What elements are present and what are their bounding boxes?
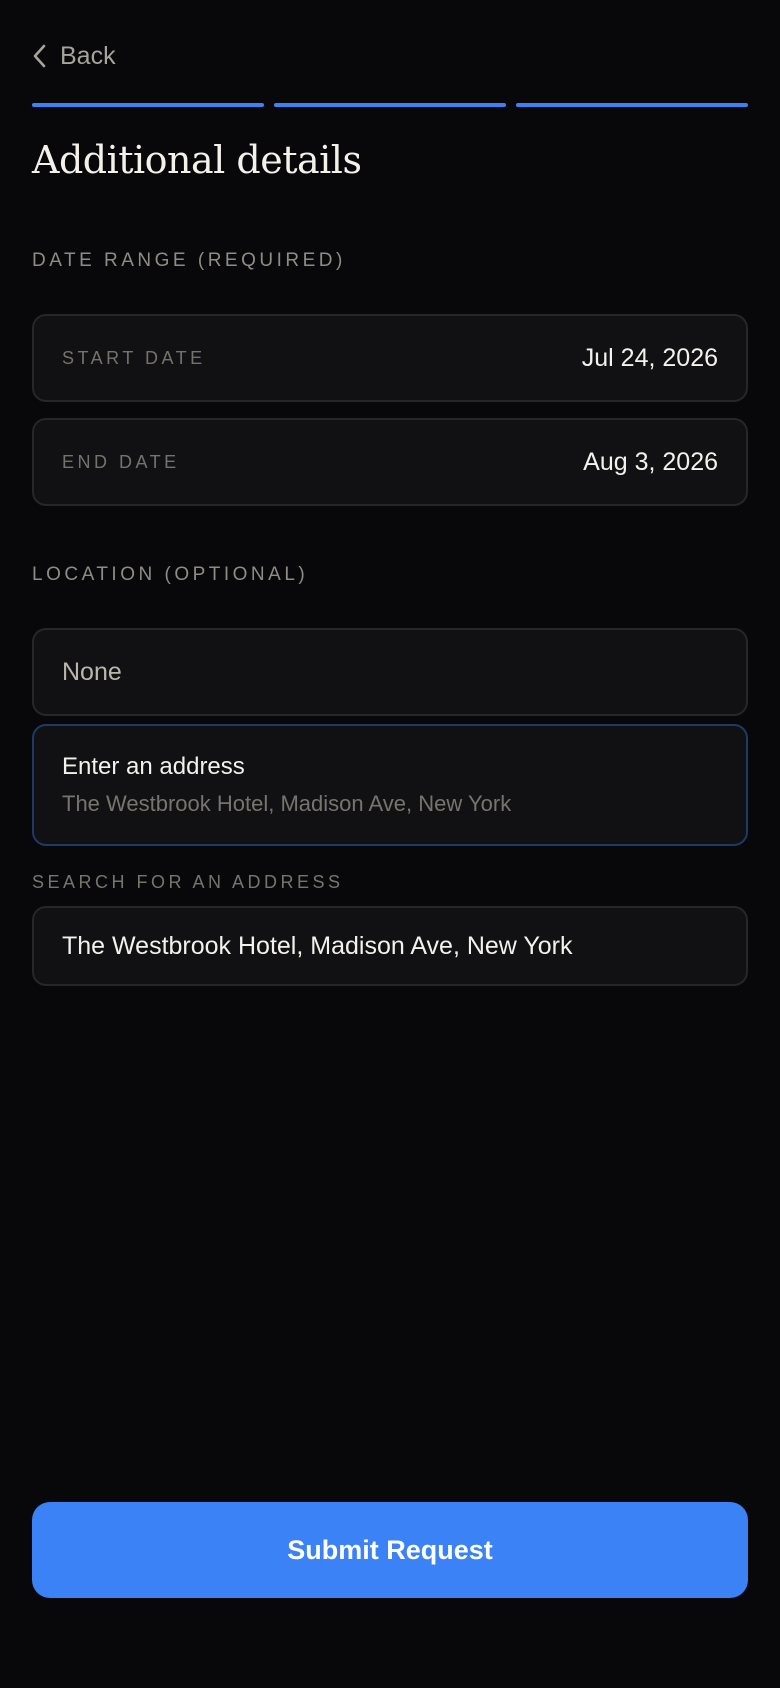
end-date-value: Aug 3, 2026 <box>583 447 718 476</box>
location-option-address-title: Enter an address <box>62 753 245 780</box>
location-option-none[interactable]: None <box>32 628 748 716</box>
chevron-left-icon <box>33 44 46 68</box>
page-title: Additional details <box>32 138 362 182</box>
location-option-none-label: None <box>62 657 122 686</box>
start-date-label: START DATE <box>62 347 206 368</box>
end-date-label: END DATE <box>62 451 180 472</box>
address-search-label: SEARCH FOR AN ADDRESS <box>32 872 344 892</box>
location-section-label: LOCATION (OPTIONAL) <box>32 564 309 585</box>
back-button[interactable]: Back <box>32 36 116 76</box>
date-range-section-label: DATE RANGE (REQUIRED) <box>32 250 346 271</box>
step-progress-bar <box>32 103 748 107</box>
submit-request-button[interactable]: Submit Request <box>32 1502 748 1598</box>
back-label: Back <box>60 41 116 70</box>
progress-step-2 <box>274 103 506 107</box>
start-date-value: Jul 24, 2026 <box>581 343 718 372</box>
location-option-address-subtitle: The Westbrook Hotel, Madison Ave, New Yo… <box>62 791 512 816</box>
location-option-address[interactable]: Enter an address The Westbrook Hotel, Ma… <box>32 724 748 846</box>
progress-step-3 <box>516 103 748 107</box>
address-search-input[interactable] <box>32 906 748 986</box>
start-date-field[interactable]: START DATE Jul 24, 2026 <box>32 314 748 402</box>
progress-step-1 <box>32 103 264 107</box>
end-date-field[interactable]: END DATE Aug 3, 2026 <box>32 418 748 506</box>
